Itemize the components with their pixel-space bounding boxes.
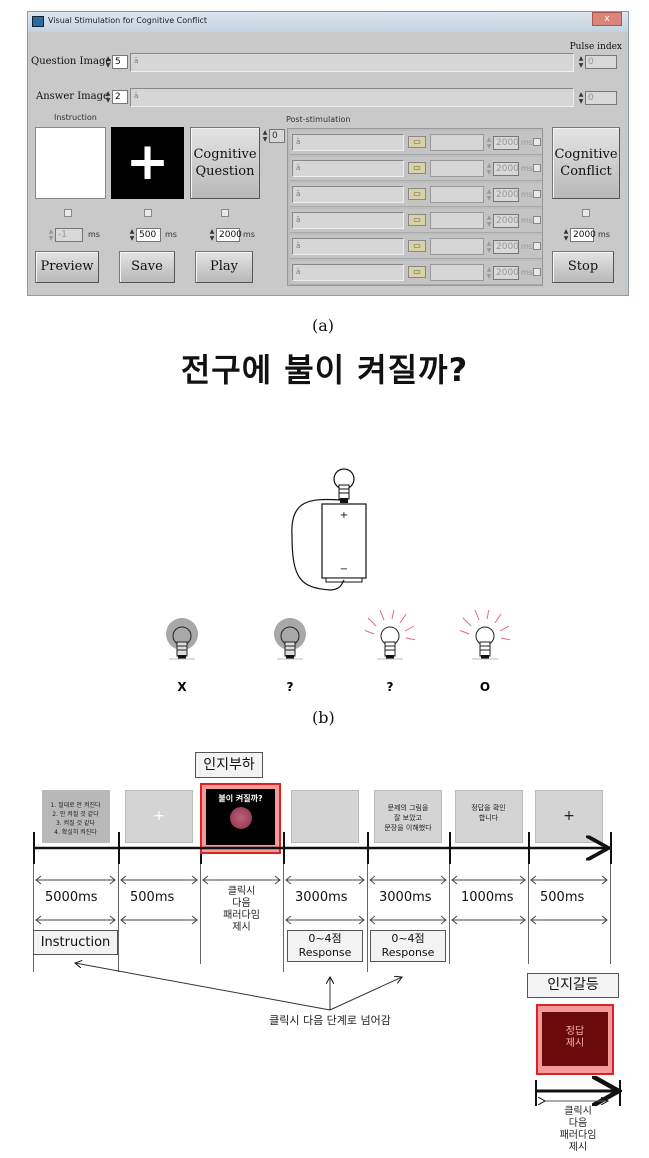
instruction-box: Instruction	[33, 930, 118, 955]
duration-arrow	[530, 915, 608, 925]
duration-arrow	[285, 915, 365, 925]
duration-arrow	[35, 915, 116, 925]
duration-arrow	[451, 875, 526, 885]
timeline-tick	[118, 832, 120, 864]
duration-arrow	[202, 875, 281, 885]
answer-thumb: 정답 제시	[542, 1012, 608, 1066]
stage-duration: 500ms	[130, 890, 175, 905]
stage-thumbnail: 정답을 확인 합니다	[454, 790, 523, 843]
guide-line	[610, 864, 611, 964]
question-stimulus: 불이 켜질까?	[200, 783, 281, 854]
duration-arrow	[120, 915, 198, 925]
stage-thumbnail: 문제의 그림을 잘 보았고 문장을 이해했다	[374, 790, 442, 843]
response-box: 0~4점 Response	[287, 930, 363, 962]
stage-duration: 500ms	[540, 890, 585, 905]
response-box: 0~4점 Response	[370, 930, 446, 962]
stage-duration: 3000ms	[295, 890, 348, 905]
bulb-glow-image	[230, 807, 252, 829]
timeline-tick	[283, 832, 285, 864]
cognitive-conflict-label: 인지갈등	[527, 973, 619, 998]
click-note: 클릭시 다음 단계로 넘어감	[269, 1014, 391, 1027]
duration-arrow	[369, 915, 447, 925]
duration-arrow	[120, 875, 198, 885]
answer-note: 클릭시 다음 패러다임 제시	[559, 1106, 597, 1153]
timeline-tick	[33, 832, 35, 864]
timeline-tick	[528, 832, 530, 864]
stage-thumbnail: +	[125, 790, 193, 843]
stage-duration: 5000ms	[45, 890, 98, 905]
answer-stimulus: 정답 제시	[536, 1004, 614, 1075]
duration-arrow	[369, 875, 447, 885]
stage-thumbnail	[291, 790, 359, 843]
duration-arrow	[285, 875, 365, 885]
timeline-tick	[610, 832, 612, 864]
stage-duration: 클릭시 다음 패러다임 제시	[223, 886, 260, 933]
stage-thumbnail: 1. 절대로 안 켜진다 2. 안 켜질 것 같다 3. 켜질 것 같다 4. …	[41, 790, 110, 843]
timeline-tick	[367, 832, 369, 864]
timeline-tick	[449, 832, 451, 864]
stage-duration: 1000ms	[461, 890, 514, 905]
stage-duration: 3000ms	[379, 890, 432, 905]
stage-thumbnail: +	[535, 790, 603, 843]
duration-arrow	[451, 915, 526, 925]
duration-arrow	[35, 875, 116, 885]
duration-arrow	[530, 875, 608, 885]
